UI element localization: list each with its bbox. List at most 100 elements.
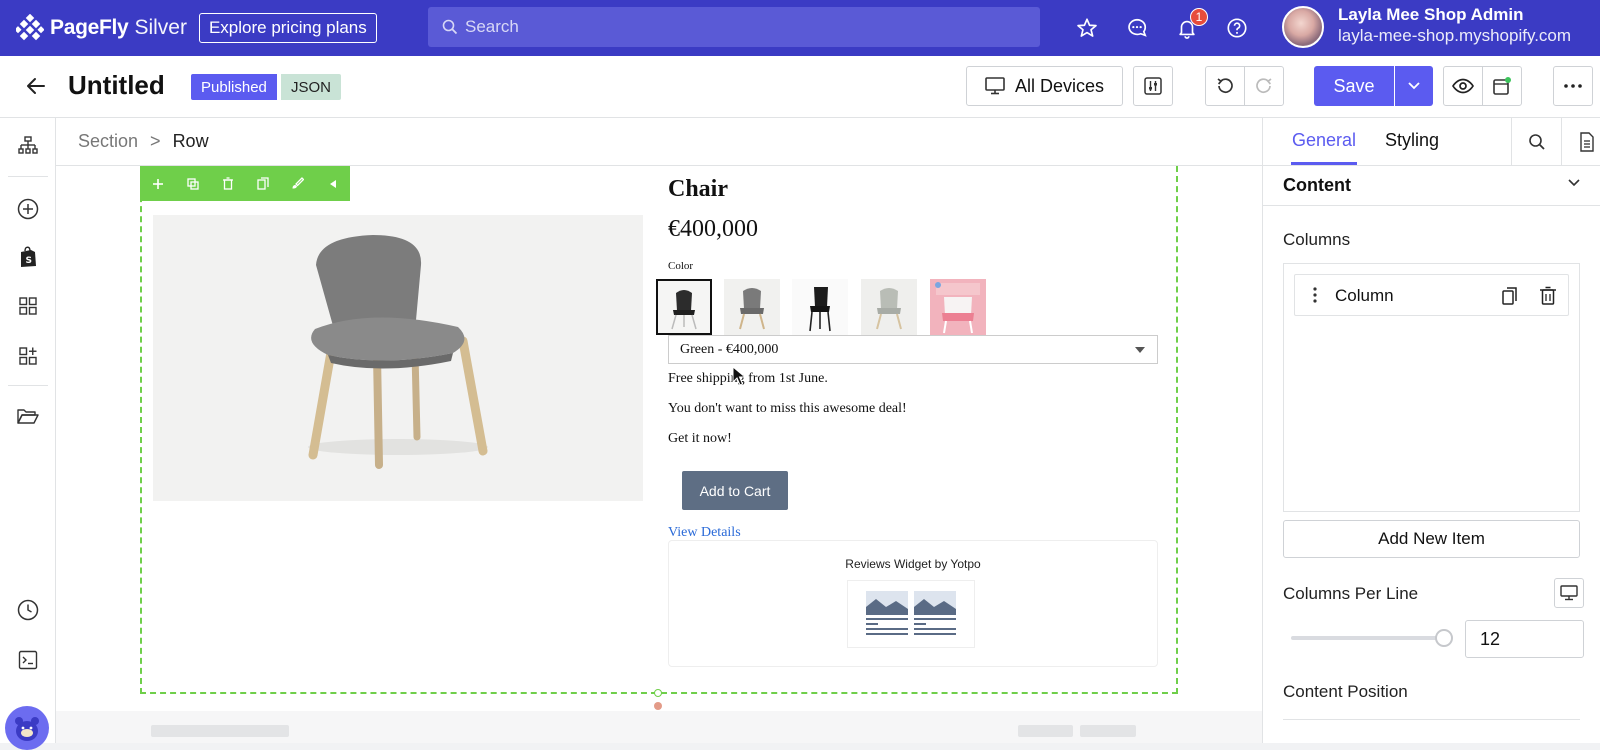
tab-general[interactable]: General: [1292, 130, 1356, 151]
breadcrumb: Section > Row: [56, 118, 1262, 166]
undo-icon: [1215, 76, 1235, 96]
variant-select[interactable]: Green - €400,000: [668, 335, 1158, 364]
breadcrumb-separator: >: [150, 131, 161, 151]
product-description-line: Get it now!: [668, 431, 732, 446]
columns-per-line-input[interactable]: 12: [1465, 620, 1584, 658]
reviews-widget-placeholder-icon: [847, 580, 975, 648]
color-swatch-black-metal[interactable]: [792, 279, 848, 335]
more-horizontal-icon: [1563, 83, 1583, 89]
support-mascot-icon[interactable]: [5, 706, 49, 750]
mouse-cursor-icon: [732, 366, 746, 386]
page-title[interactable]: Untitled: [68, 70, 165, 101]
product-description-line: Free shipping from 1st June.: [668, 371, 828, 386]
brand-name: PageFly: [50, 16, 129, 39]
content-section-header[interactable]: Content: [1263, 166, 1600, 206]
desktop-icon: [985, 77, 1005, 95]
duplicate-icon[interactable]: [175, 166, 210, 201]
back-arrow-icon[interactable]: [24, 74, 48, 98]
left-rail: S: [0, 118, 56, 750]
chevron-down-icon: [1567, 178, 1581, 188]
select-caret-icon: [1135, 347, 1145, 353]
copy-icon[interactable]: [245, 166, 280, 201]
responsive-device-button[interactable]: [1554, 578, 1584, 608]
editor-canvas[interactable]: Chair €400,000 Color Green - €400,000 Fr…: [56, 166, 1262, 743]
chat-icon[interactable]: [1122, 13, 1152, 43]
redo-button[interactable]: [1244, 66, 1284, 106]
footer-placeholder: [151, 725, 289, 737]
search-icon: [442, 19, 458, 35]
add-apps-icon[interactable]: [16, 344, 40, 368]
all-devices-button[interactable]: All Devices: [966, 66, 1123, 106]
style-brush-icon[interactable]: [280, 166, 315, 201]
breadcrumb-row[interactable]: Row: [173, 131, 209, 152]
panel-tabs: General Styling: [1263, 118, 1600, 166]
columns-per-line-slider-thumb[interactable]: [1435, 629, 1453, 647]
brand-tier: Silver: [134, 16, 187, 39]
spacing-handle[interactable]: [654, 702, 662, 710]
drag-handle-icon[interactable]: [1313, 287, 1317, 303]
reviews-widget[interactable]: Reviews Widget by Yotpo: [668, 540, 1158, 667]
layers-tree-icon[interactable]: [16, 134, 40, 158]
copy-icon[interactable]: [1501, 286, 1519, 306]
content-section-title: Content: [1283, 175, 1351, 195]
color-swatch-light-grey[interactable]: [861, 279, 917, 335]
code-terminal-icon[interactable]: [16, 648, 40, 672]
product-image[interactable]: [153, 215, 643, 501]
eye-icon: [1452, 78, 1474, 94]
preview-button[interactable]: [1443, 66, 1483, 106]
pagefly-logo-icon: [16, 14, 44, 42]
more-options-button[interactable]: [1553, 66, 1593, 106]
svg-text:S: S: [26, 256, 32, 266]
favorites-star-icon[interactable]: [1072, 13, 1102, 43]
publish-status-button[interactable]: [1482, 66, 1522, 106]
columns-label: Columns: [1283, 230, 1351, 249]
color-swatch-grey-fabric[interactable]: [724, 279, 780, 335]
sections-grid-icon[interactable]: [16, 294, 40, 318]
add-element-icon[interactable]: [16, 197, 40, 221]
document-icon[interactable]: [1561, 118, 1600, 166]
color-swatch-pink[interactable]: [930, 279, 986, 335]
account-info[interactable]: Layla Mee Shop Admin layla-mee-shop.mysh…: [1338, 5, 1571, 46]
reviews-widget-title: Reviews Widget by Yotpo: [845, 557, 981, 571]
product-title: Chair: [668, 176, 728, 202]
folder-open-icon[interactable]: [16, 404, 40, 428]
color-label: Color: [668, 260, 694, 272]
explore-pricing-button[interactable]: Explore pricing plans: [198, 13, 377, 43]
columns-per-line-label: Columns Per Line: [1283, 584, 1419, 603]
columns-per-line-slider-track[interactable]: [1291, 636, 1445, 640]
content-position-options[interactable]: [1283, 719, 1580, 743]
save-button[interactable]: Save: [1314, 66, 1394, 106]
search-input[interactable]: Search: [428, 7, 1040, 47]
tab-styling[interactable]: Styling: [1385, 130, 1439, 151]
add-icon[interactable]: [140, 166, 175, 201]
shopify-icon[interactable]: S: [16, 245, 40, 269]
search-icon[interactable]: [1511, 118, 1561, 166]
product-price: €400,000: [668, 216, 758, 242]
search-placeholder: Search: [465, 17, 519, 36]
footer-placeholder: [1018, 725, 1073, 737]
save-options-button[interactable]: [1395, 66, 1433, 106]
breadcrumb-section[interactable]: Section: [78, 131, 138, 152]
history-clock-icon[interactable]: [16, 598, 40, 622]
help-icon[interactable]: [1222, 13, 1252, 43]
redo-icon: [1254, 76, 1274, 96]
page-bar: Untitled Published JSON All Devices Save: [0, 56, 1600, 118]
brand[interactable]: PageFly Silver: [16, 14, 187, 42]
undo-button[interactable]: [1205, 66, 1245, 106]
trash-icon[interactable]: [1539, 286, 1557, 306]
add-to-cart-button[interactable]: Add to Cart: [682, 471, 788, 510]
color-swatch-black-plastic[interactable]: [656, 279, 712, 335]
resize-handle[interactable]: [654, 689, 662, 697]
variant-select-value: Green - €400,000: [680, 341, 779, 357]
view-details-link[interactable]: View Details: [668, 525, 741, 541]
add-new-item-button[interactable]: Add New Item: [1283, 520, 1580, 558]
account-name: Layla Mee Shop Admin: [1338, 5, 1524, 24]
avatar[interactable]: [1282, 6, 1324, 48]
chevron-down-icon: [1407, 81, 1421, 91]
format-badge: JSON: [281, 74, 342, 100]
collapse-left-icon[interactable]: [315, 166, 350, 201]
list-item[interactable]: Column: [1294, 274, 1569, 316]
delete-icon[interactable]: [210, 166, 245, 201]
page-settings-button[interactable]: [1133, 66, 1173, 106]
notifications-bell-icon[interactable]: 1: [1172, 8, 1208, 43]
